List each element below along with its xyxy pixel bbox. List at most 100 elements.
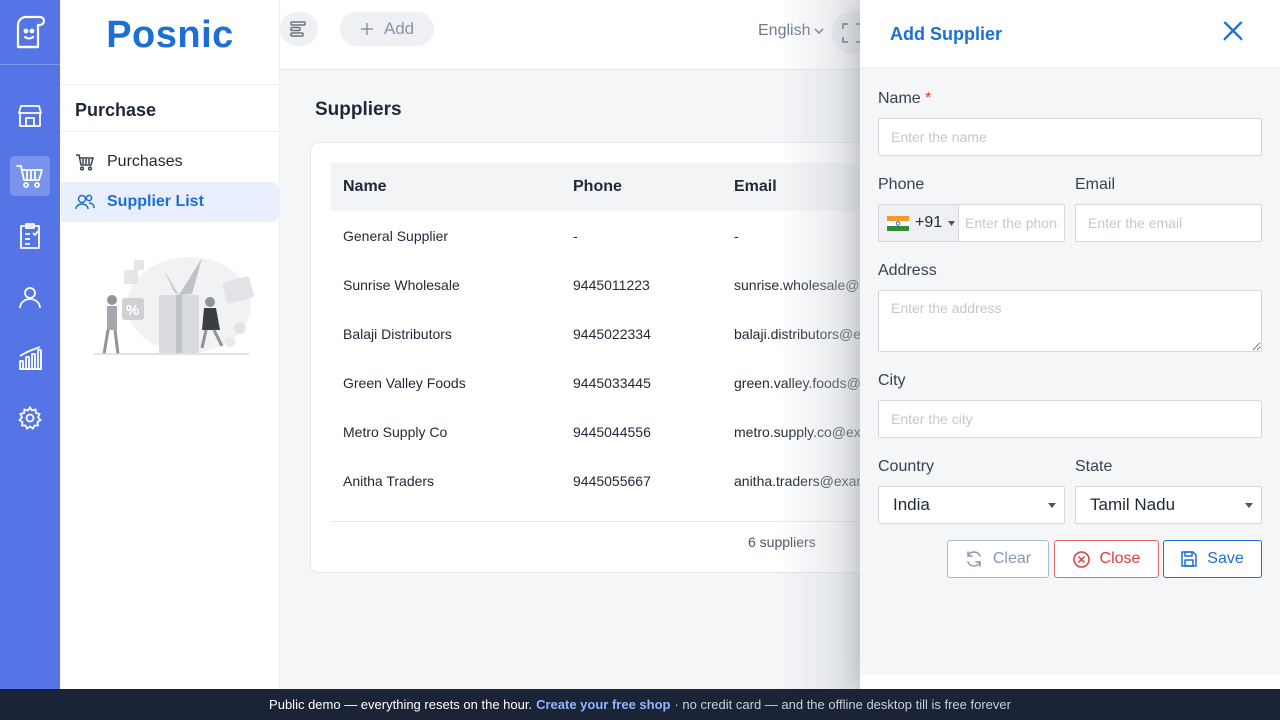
city-input[interactable] (878, 400, 1262, 438)
sidebar-item-label: Purchases (107, 153, 183, 170)
chart-icon[interactable] (10, 338, 50, 378)
caret-down-icon (1245, 503, 1253, 508)
caret-down-icon (948, 220, 956, 226)
table-footer-divider (331, 521, 911, 522)
table-row[interactable]: Sunrise Wholesale 9445011223 sunrise.who… (331, 261, 911, 310)
phone-input[interactable] (958, 204, 1065, 242)
store-icon[interactable] (10, 96, 50, 136)
name-label: Name * (878, 90, 932, 107)
cell-name: Metro Supply Co (343, 424, 448, 440)
cell-name: Green Valley Foods (343, 375, 466, 391)
cart-icon (76, 154, 94, 171)
clear-button-label: Clear (992, 550, 1032, 567)
required-marker: * (925, 90, 932, 107)
clipboard-icon[interactable] (10, 216, 50, 256)
close-button-label: Close (1099, 550, 1141, 567)
close-icon (1223, 21, 1243, 41)
save-button-label: Save (1207, 550, 1244, 567)
add-supplier-drawer: Add Supplier Name * Phone +91 Email Addr… (860, 0, 1280, 689)
country-select[interactable]: India (878, 486, 1065, 524)
chevron-down-icon (814, 28, 825, 35)
country-code-select[interactable]: +91 (878, 204, 959, 242)
drawer-header: Add Supplier (860, 0, 1280, 68)
cell-name: Anitha Traders (343, 473, 435, 489)
save-button[interactable]: Save (1163, 540, 1262, 578)
country-code-value: +91 (915, 214, 943, 231)
cell-phone: 9445011223 (573, 277, 650, 293)
india-flag-icon (887, 215, 909, 231)
cell-phone: 9445033445 (573, 375, 651, 391)
plus-icon (360, 23, 373, 35)
table-row[interactable]: Metro Supply Co 9445044556 metro.supply.… (331, 408, 911, 457)
refresh-icon (967, 551, 981, 567)
user-icon[interactable] (10, 277, 50, 317)
align-left-icon (290, 21, 306, 37)
state-value: Tamil Nadu (1090, 495, 1176, 514)
cell-name: Sunrise Wholesale (343, 277, 460, 293)
address-label: Address (878, 262, 937, 279)
name-input[interactable] (878, 118, 1262, 156)
app-logo-icon[interactable] (10, 12, 50, 52)
state-label: State (1075, 458, 1113, 475)
table-footer-count: 6 suppliers (748, 534, 816, 550)
table-row[interactable]: General Supplier - - (331, 212, 911, 261)
email-input[interactable] (1075, 204, 1262, 242)
icon-rail (0, 0, 60, 689)
column-header-phone[interactable]: Phone (573, 178, 622, 196)
banner-text: Public demo — everything resets on the h… (269, 697, 533, 712)
drawer-form: Name * Phone +91 Email Address City Coun… (860, 68, 1280, 675)
cart-nav-icon[interactable] (10, 156, 50, 196)
cell-email: anitha.traders@exam (734, 473, 869, 489)
country-label: Country (878, 458, 935, 475)
add-button-label: Add (383, 19, 415, 38)
add-button[interactable]: Add (340, 12, 434, 46)
table-row[interactable]: Green Valley Foods 9445033445 green.vall… (331, 359, 911, 408)
cell-email: - (734, 228, 739, 244)
sidebar-divider (60, 84, 280, 85)
sidebar-item-label: Supplier List (107, 193, 204, 210)
column-header-name[interactable]: Name (343, 178, 387, 196)
rail-divider (0, 64, 60, 65)
promo-illustration: % (84, 250, 254, 360)
state-select[interactable]: Tamil Nadu (1075, 486, 1262, 524)
users-icon (75, 194, 95, 210)
sidebar: Posnic Purchase Purchases Supplier List … (60, 0, 280, 689)
country-value: India (893, 495, 930, 514)
banner-suffix: · no credit card — and the offline deskt… (674, 697, 1011, 712)
cell-phone: 9445055667 (573, 473, 651, 489)
cell-email: green.valley.foods@ (734, 375, 861, 391)
caret-down-icon (1048, 503, 1056, 508)
sidebar-item-supplier-list[interactable]: Supplier List (61, 182, 279, 222)
brand-logo[interactable]: Posnic (60, 14, 280, 57)
table-row[interactable]: Balaji Distributors 9445022334 balaji.di… (331, 310, 911, 359)
sidebar-heading: Purchase (75, 100, 157, 120)
page-title: Suppliers (315, 99, 402, 120)
email-label: Email (1075, 176, 1116, 193)
clear-button[interactable]: Clear (947, 540, 1049, 578)
sidebar-item-purchases[interactable]: Purchases (61, 142, 279, 182)
phone-label: Phone (878, 176, 925, 193)
cell-name: General Supplier (343, 228, 449, 244)
close-circle-icon (1072, 550, 1090, 568)
drawer-close-button[interactable] (1222, 20, 1244, 42)
drawer-title: Add Supplier (890, 24, 1002, 44)
cell-name: Balaji Distributors (343, 326, 452, 342)
table-header: Name Phone Email (331, 163, 911, 211)
table-row[interactable]: Anitha Traders 9445055667 anitha.traders… (331, 457, 911, 506)
cell-email: balaji.distributors@e (734, 326, 862, 342)
sidebar-divider (60, 131, 280, 132)
cell-email: metro.supply.co@ex (734, 424, 861, 440)
create-shop-link[interactable]: Create your free shop (536, 697, 670, 712)
close-button[interactable]: Close (1054, 540, 1159, 578)
svg-text:%: % (126, 302, 139, 319)
demo-banner: Public demo — everything resets on the h… (0, 689, 1280, 720)
suppliers-table-card: Name Phone Email General Supplier - - Su… (310, 142, 911, 573)
settings-icon[interactable] (10, 398, 50, 438)
column-header-email[interactable]: Email (734, 178, 777, 196)
address-textarea[interactable] (878, 290, 1262, 352)
city-label: City (878, 372, 906, 389)
cell-phone: - (573, 228, 578, 244)
language-label: English (758, 22, 811, 39)
language-select[interactable]: English (758, 22, 825, 40)
menu-toggle-button[interactable] (280, 12, 318, 46)
